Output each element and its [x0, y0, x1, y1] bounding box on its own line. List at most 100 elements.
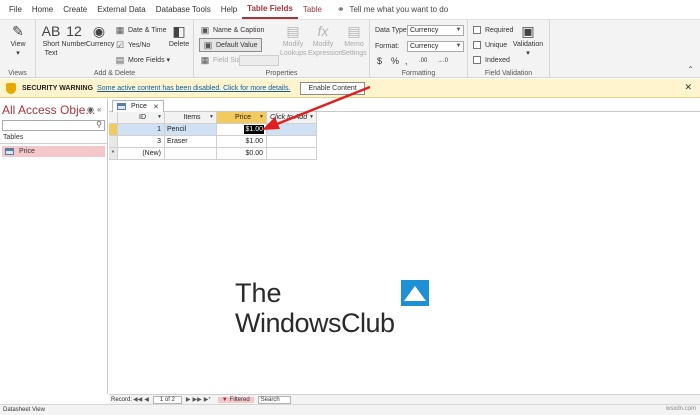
chevron-down-icon[interactable]: ▼: [209, 112, 214, 123]
menu-table-fields[interactable]: Table Fields: [242, 1, 298, 19]
tab-price[interactable]: Price ✕: [112, 100, 164, 112]
indexed-check: [473, 56, 481, 64]
currency-label: Currency: [86, 41, 115, 48]
record-position-input[interactable]: 1 of 2: [152, 395, 182, 404]
nav-menu-icon[interactable]: ◉: [87, 105, 94, 114]
data-type-label: Data Type:: [375, 26, 409, 34]
cell-items[interactable]: Eraser: [165, 136, 217, 148]
indexed-checkbox[interactable]: Indexed: [473, 53, 510, 67]
cell-items[interactable]: Pencil: [165, 124, 217, 136]
cell-click-to-add-new[interactable]: [267, 148, 317, 160]
datasheet-grid: ID ▼ Items ▼ Price ▼ Click to Add ▼ 1 Pe…: [109, 112, 700, 393]
cell-id[interactable]: 1: [118, 124, 165, 136]
menu-file[interactable]: File: [4, 0, 27, 20]
filter-icon: ▼: [221, 396, 228, 403]
number-button[interactable]: 12 Number: [61, 23, 87, 49]
group-field-validation: Required Unique Indexed ▣ Validation ▾ Fi…: [468, 20, 550, 78]
name-caption-button[interactable]: ▣ Name & Caption: [200, 23, 265, 37]
menu-create[interactable]: Create: [58, 0, 92, 20]
row-selector[interactable]: [109, 124, 118, 136]
group-properties: ▣ Name & Caption ▣ Default Value ▦ Field…: [194, 20, 370, 78]
group-add-delete: AB Short Text 12 Number ◉ Currency ▦ Dat…: [36, 20, 194, 78]
unique-label: Unique: [485, 41, 508, 49]
new-record-icon[interactable]: ▶*: [204, 396, 211, 403]
chevron-down-icon[interactable]: ▼: [157, 112, 162, 123]
column-header-items[interactable]: Items ▼: [165, 112, 217, 124]
first-record-icon[interactable]: ◀◀: [133, 396, 142, 403]
close-icon[interactable]: ✕: [684, 82, 692, 93]
row-selector[interactable]: [109, 136, 118, 148]
filter-indicator[interactable]: ▼ Filtered: [217, 396, 254, 403]
modify-expression-label: Modify Expression: [308, 41, 343, 57]
more-fields-label: More Fields: [128, 56, 165, 64]
nav-search-input[interactable]: ⚲: [2, 120, 105, 131]
unique-checkbox[interactable]: Unique: [473, 38, 507, 52]
column-header-id[interactable]: ID ▼: [118, 112, 165, 124]
memo-settings-label: Memo Settings: [341, 41, 367, 57]
required-checkbox[interactable]: Required: [473, 23, 513, 37]
validation-button[interactable]: ▣ Validation ▾: [512, 23, 544, 58]
increase-decimals-button[interactable]: .00: [419, 54, 427, 68]
new-row-selector[interactable]: *: [109, 148, 118, 160]
view-button[interactable]: ✎ View ▾: [5, 23, 31, 58]
delete-button[interactable]: ◧ Delete: [166, 23, 192, 49]
format-select[interactable]: Currency ▼: [407, 41, 464, 52]
data-type-value: Currency: [410, 27, 439, 34]
comma-format-button[interactable]: ,: [405, 54, 408, 68]
menu-external-data[interactable]: External Data: [92, 0, 150, 20]
memo-settings-button[interactable]: ▤ Memo Settings: [340, 23, 368, 58]
cell-price[interactable]: $1.00: [217, 136, 267, 148]
memo-icon: ▤: [347, 23, 361, 39]
modify-lookups-button[interactable]: ▤ Modify Lookups: [280, 23, 306, 58]
nav-item-price[interactable]: Price: [2, 146, 105, 157]
watermark: The WindowsClub: [235, 278, 445, 343]
shield-icon: [6, 82, 16, 94]
cell-price-new[interactable]: $0.00: [217, 148, 267, 160]
currency-button[interactable]: ◉ Currency: [86, 23, 115, 49]
previous-record-icon[interactable]: ◀: [144, 396, 149, 403]
cell-id[interactable]: 3: [118, 136, 165, 148]
security-title: SECURITY WARNING: [22, 84, 94, 92]
field-size-input[interactable]: [239, 55, 279, 66]
cell-id-new[interactable]: (New): [118, 148, 165, 160]
filter-label: Filtered: [229, 396, 250, 403]
last-record-icon[interactable]: ▶▶: [193, 396, 202, 403]
watermark-logo-icon: [401, 280, 429, 306]
currency-format-button[interactable]: $: [377, 54, 382, 68]
watermark-line2: WindowsClub: [235, 308, 395, 338]
data-type-select[interactable]: Currency ▼: [407, 25, 464, 36]
nav-pane-title[interactable]: All Access Obje...: [2, 103, 95, 117]
menu-database-tools[interactable]: Database Tools: [151, 0, 216, 20]
decrease-decimals-button[interactable]: →.0: [437, 54, 448, 68]
header-id-label: ID: [139, 114, 146, 121]
record-search-input[interactable]: Search: [257, 395, 291, 404]
cell-items-new[interactable]: [165, 148, 217, 160]
date-time-button[interactable]: ▦ Date & Time: [115, 23, 167, 37]
calendar-icon: ▦: [115, 24, 125, 35]
number-label: Number: [61, 41, 87, 48]
modify-expression-button[interactable]: fx Modify Expression: [308, 23, 343, 58]
close-tab-icon[interactable]: ✕: [153, 103, 159, 111]
header-price-label: Price: [235, 114, 251, 121]
shutter-bar-icon[interactable]: «: [97, 105, 101, 114]
required-check: [473, 26, 481, 34]
menu-table[interactable]: Table: [298, 0, 327, 20]
collapse-ribbon-icon[interactable]: ⌃: [687, 65, 694, 74]
next-record-icon[interactable]: ▶: [186, 396, 191, 403]
select-all-corner[interactable]: [109, 112, 118, 124]
modify-lookups-icon: ▤: [286, 23, 300, 39]
nav-section-tables[interactable]: Tables: [0, 133, 107, 144]
currency-icon: ◉: [92, 23, 106, 39]
more-fields-button[interactable]: ▤ More Fields ▾: [115, 53, 170, 67]
menu-home[interactable]: Home: [27, 0, 58, 20]
table-icon: [117, 103, 126, 110]
short-text-label: Short Text: [42, 41, 60, 57]
percent-format-button[interactable]: %: [391, 54, 399, 68]
default-value-button[interactable]: ▣ Default Value: [199, 38, 262, 52]
cell-click-to-add[interactable]: [267, 136, 317, 148]
tell-me-box[interactable]: ⚭ Tell me what you want to do: [337, 4, 448, 15]
yes-no-button[interactable]: ☑ Yes/No: [115, 38, 150, 52]
menu-help[interactable]: Help: [216, 0, 242, 20]
group-label-field-validation: Field Validation: [484, 70, 533, 77]
fx-icon: fx: [317, 23, 329, 39]
